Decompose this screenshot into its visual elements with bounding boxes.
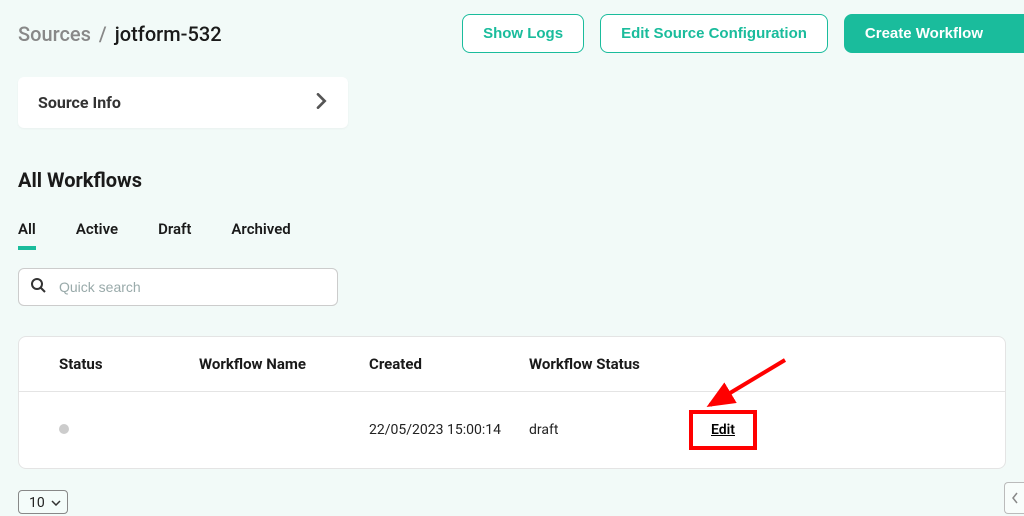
pager-prev-button[interactable]	[1004, 482, 1024, 514]
all-workflows-heading: All Workflows	[18, 168, 1006, 192]
col-status: Status	[59, 355, 199, 373]
workflow-table: Status Workflow Name Created Workflow St…	[18, 336, 1006, 469]
tab-active[interactable]: Active	[76, 220, 118, 250]
breadcrumb: Sources / jotform-532	[18, 22, 222, 46]
col-workflow-status: Workflow Status	[529, 355, 689, 373]
chevron-left-icon	[1011, 492, 1019, 504]
search-input[interactable]	[18, 268, 338, 306]
cell-workflow-status: draft	[529, 422, 689, 438]
edit-source-config-button[interactable]: Edit Source Configuration	[600, 14, 828, 53]
source-info-card[interactable]: Source Info	[18, 77, 348, 128]
breadcrumb-current: jotform-532	[115, 22, 222, 46]
tab-archived[interactable]: Archived	[231, 220, 290, 250]
tab-all[interactable]: All	[18, 220, 36, 250]
table-header: Status Workflow Name Created Workflow St…	[19, 337, 1005, 392]
breadcrumb-root[interactable]: Sources	[18, 22, 91, 46]
source-info-title: Source Info	[38, 93, 121, 112]
chevron-down-icon	[51, 500, 61, 506]
tab-draft[interactable]: Draft	[158, 220, 191, 250]
page-size-value: 10	[29, 495, 45, 511]
cell-status	[59, 422, 199, 438]
show-logs-button[interactable]: Show Logs	[462, 14, 584, 53]
header-actions: Show Logs Edit Source Configuration Crea…	[462, 14, 1006, 53]
annotation-highlight: Edit	[689, 410, 757, 450]
status-dot-icon	[59, 424, 69, 434]
table-row: 22/05/2023 15:00:14 draft Edit	[19, 392, 1005, 468]
col-workflow-name: Workflow Name	[199, 355, 369, 373]
workflow-tabs: All Active Draft Archived	[18, 220, 1006, 250]
edit-workflow-link[interactable]: Edit	[711, 422, 735, 438]
col-created: Created	[369, 355, 529, 373]
chevron-right-icon	[316, 93, 328, 112]
breadcrumb-separator: /	[99, 22, 107, 46]
page-size-select[interactable]: 10	[18, 490, 68, 514]
cell-created: 22/05/2023 15:00:14	[369, 422, 529, 438]
create-workflow-button[interactable]: Create Workflow	[844, 14, 1024, 53]
